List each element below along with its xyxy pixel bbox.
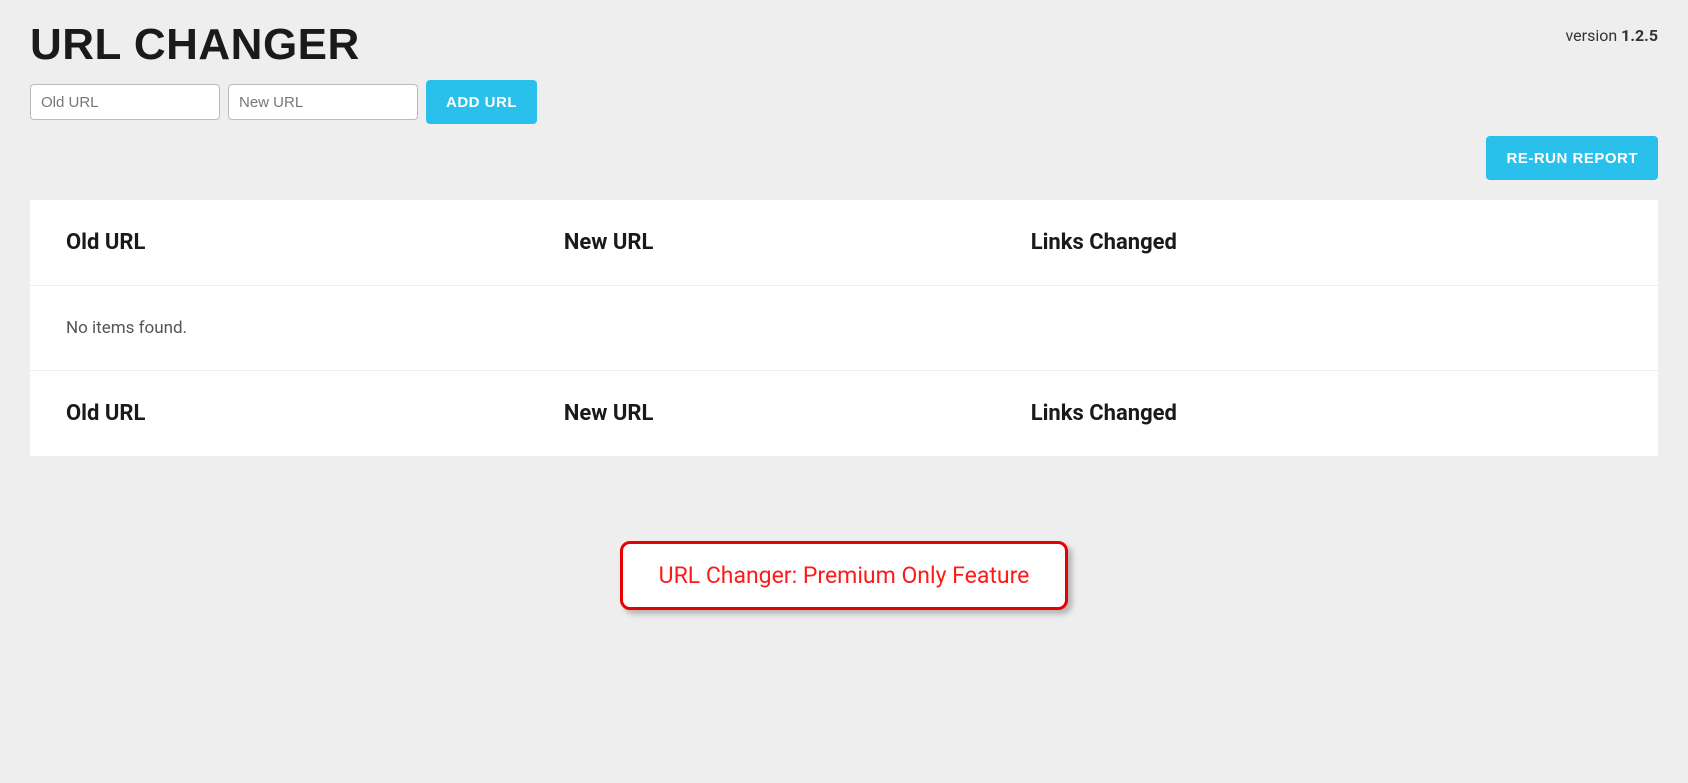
table-footer-old: Old URL [66,401,564,426]
old-url-input[interactable] [30,84,220,120]
url-table: Old URL New URL Links Changed No items f… [30,200,1658,456]
premium-callout-text: URL Changer: Premium Only Feature [659,562,1030,589]
add-url-button[interactable]: ADD URL [426,80,537,124]
version-number: 1.2.5 [1621,26,1658,45]
version-prefix: version [1566,26,1622,45]
premium-callout: URL Changer: Premium Only Feature [620,541,1069,610]
table-header-links: Links Changed [1031,230,1622,255]
table-header-old: Old URL [66,230,564,255]
url-form-row: ADD URL [30,80,1658,124]
table-header-new: New URL [564,230,1031,255]
table-footer-row: Old URL New URL Links Changed [30,371,1658,456]
rerun-report-button[interactable]: RE-RUN REPORT [1486,136,1658,180]
page-title: URL CHANGER [30,20,360,70]
table-empty-row: No items found. [30,286,1658,371]
table-footer-links: Links Changed [1031,401,1622,426]
table-header-row: Old URL New URL Links Changed [30,200,1658,286]
new-url-input[interactable] [228,84,418,120]
version-label: version 1.2.5 [1566,26,1658,45]
empty-message: No items found. [66,318,187,338]
table-footer-new: New URL [564,401,1031,426]
